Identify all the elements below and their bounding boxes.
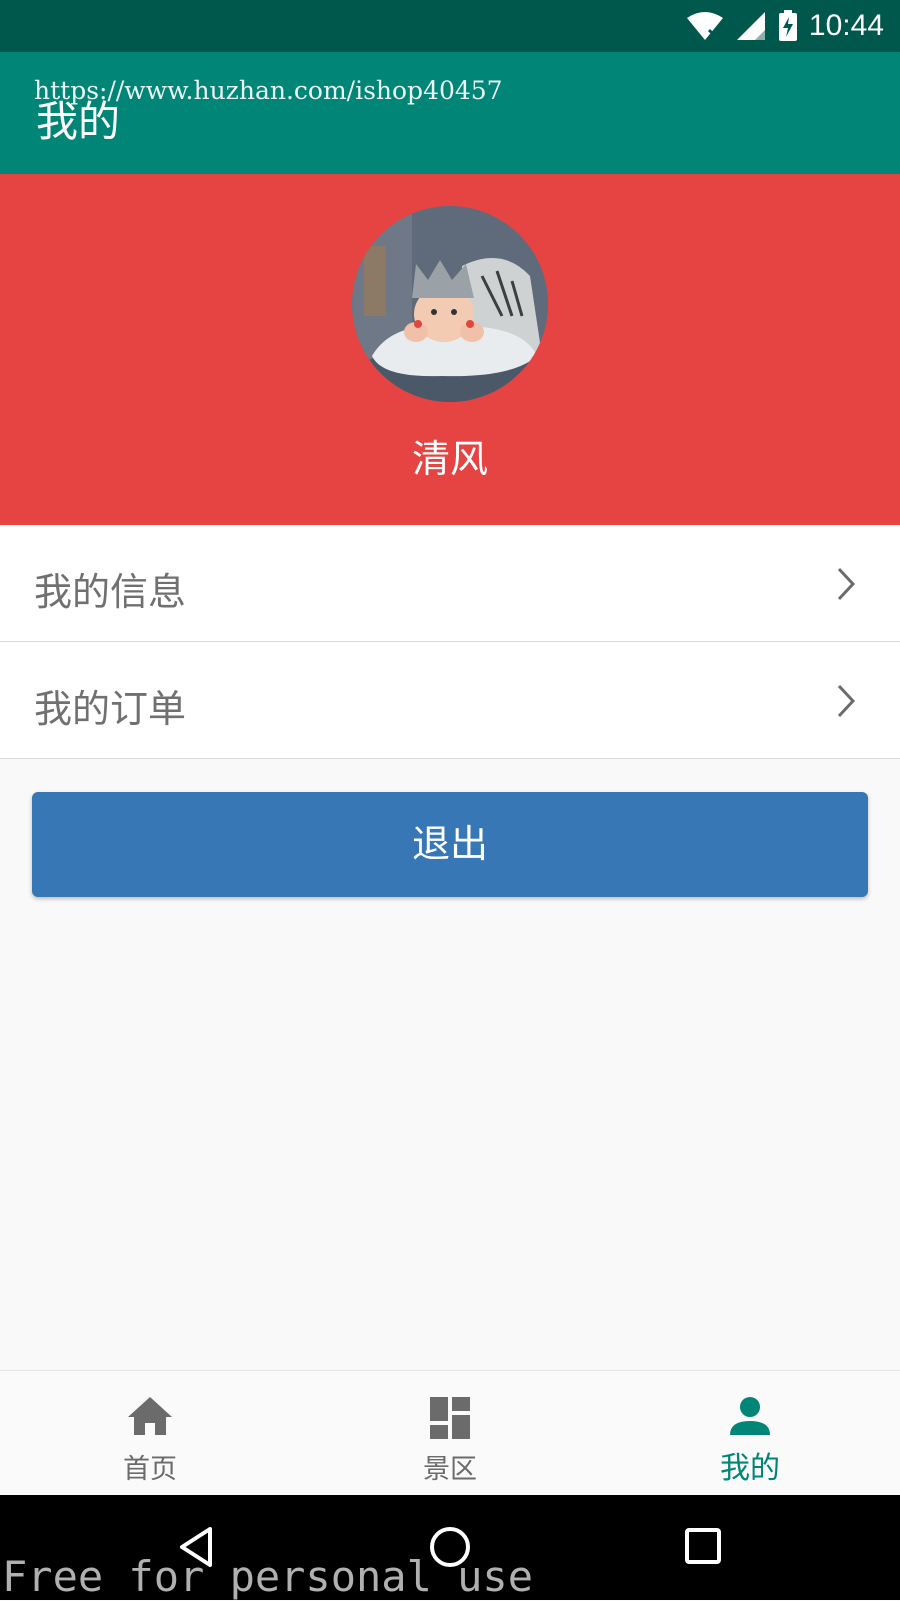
avatar[interactable]	[352, 206, 548, 402]
profile-header: 清风	[0, 174, 900, 525]
tab-label: 我的	[720, 1451, 780, 1486]
person-icon	[730, 1397, 770, 1435]
baby-photo-avatar	[352, 206, 548, 402]
battery-charging-icon	[778, 10, 797, 41]
tab-home[interactable]: 首页	[0, 1371, 300, 1496]
logout-button[interactable]: 退出	[32, 792, 868, 897]
status-icons: 10:44	[685, 8, 884, 44]
menu-item-my-orders[interactable]: 我的订单	[0, 642, 900, 759]
signal-icon	[736, 12, 765, 40]
menu-item-my-info[interactable]: 我的信息	[0, 525, 900, 642]
app-bar: 我的 https://www.huzhan.com/ishop40457	[0, 52, 900, 174]
status-bar: 10:44	[0, 0, 900, 52]
menu-item-label: 我的订单	[34, 687, 187, 731]
menu-list: 我的信息 我的订单	[0, 525, 900, 759]
tab-label: 景区	[423, 1454, 477, 1485]
home-icon	[128, 1397, 172, 1435]
menu-item-label: 我的信息	[34, 570, 187, 614]
username: 清风	[411, 437, 488, 481]
tab-label: 首页	[123, 1454, 177, 1485]
recents-icon[interactable]	[684, 1527, 722, 1565]
bottom-nav: 首页 景区 我的	[0, 1370, 900, 1496]
tab-scenic[interactable]: 景区	[300, 1371, 600, 1496]
dashboard-icon	[430, 1397, 470, 1439]
wifi-icon	[686, 12, 723, 40]
chevron-right-icon	[837, 684, 856, 718]
watermark-url: https://www.huzhan.com/ishop40457	[34, 76, 503, 105]
tab-mine[interactable]: 我的	[600, 1371, 900, 1496]
footer-watermark: Free for personal use	[2, 1552, 534, 1601]
status-time: 10:44	[808, 9, 884, 42]
chevron-right-icon	[837, 567, 856, 601]
